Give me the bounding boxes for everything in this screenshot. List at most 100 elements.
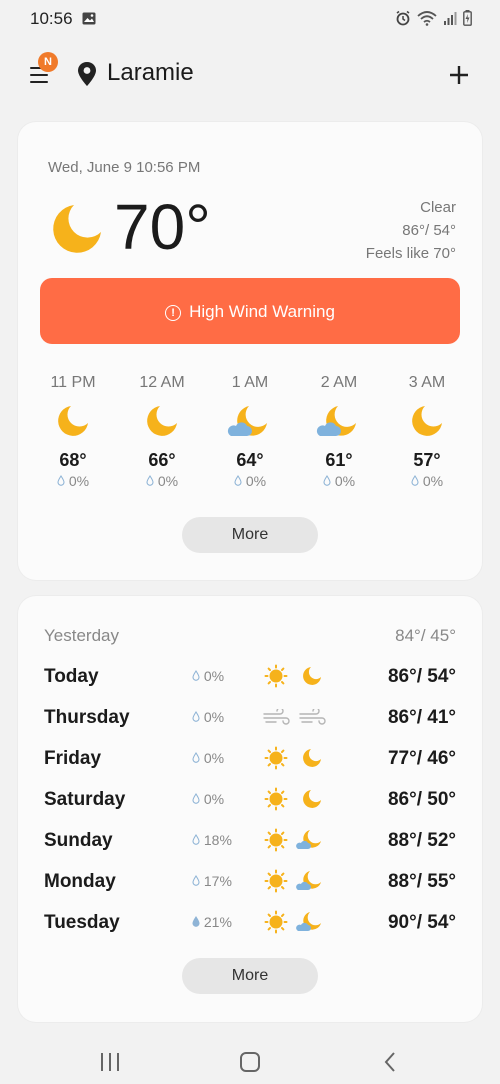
daily-row[interactable]: Thursday 0% 86°/ 41° (18, 697, 482, 737)
daily-row[interactable]: Monday 17% 88°/ 55° (18, 861, 482, 901)
navigation-bar (0, 1032, 500, 1084)
hour-time: 2 AM (320, 374, 358, 391)
day-high-low: 77°/ 46° (387, 748, 456, 769)
hour-time: 12 AM (139, 374, 185, 391)
day-precip: 0% (203, 750, 225, 766)
moon-icon (302, 789, 322, 814)
sun-icon (264, 869, 288, 898)
raindrop-icon (146, 473, 158, 489)
moon-icon (50, 202, 104, 261)
daily-row[interactable]: Saturday 0% 86°/ 50° (18, 779, 482, 819)
wind-icon (262, 707, 290, 732)
wind-icon (298, 707, 326, 732)
signal-icon (443, 11, 457, 30)
moon-icon (410, 406, 444, 442)
hourly-more-button[interactable]: More (182, 517, 318, 553)
current-details: Clear 86°/ 54° Feels like 70° (366, 196, 456, 265)
hourly-item: 11 PM 68° 0% (38, 374, 108, 489)
sun-icon (264, 910, 288, 939)
plus-icon (444, 66, 474, 94)
daily-row[interactable]: Tuesday 21% 90°/ 54° (18, 902, 482, 942)
partly-cloudy-night-icon (316, 406, 362, 444)
day-high-low: 88°/ 52° (387, 830, 456, 851)
current-high-low: 86°/ 54° (402, 222, 456, 239)
hour-precip: 0% (422, 473, 444, 489)
yesterday-high-low: 84°/ 45° (395, 626, 456, 645)
notification-badge: N (38, 52, 58, 72)
hour-temp: 57° (413, 450, 441, 470)
sun-icon (264, 664, 288, 693)
day-name: Today (44, 666, 99, 687)
day-name: Monday (44, 871, 116, 892)
sun-icon (264, 787, 288, 816)
raindrop-icon (192, 668, 200, 684)
sun-icon (264, 746, 288, 775)
partly-cloudy-night-icon (296, 870, 324, 897)
day-high-low: 86°/ 50° (387, 789, 456, 810)
day-precip: 0% (203, 709, 225, 725)
recents-button[interactable] (90, 1040, 130, 1076)
battery-icon (463, 10, 472, 31)
day-name: Sunday (44, 830, 113, 851)
back-button[interactable] (370, 1040, 410, 1076)
daily-more-button[interactable]: More (182, 958, 318, 994)
raindrop-icon (192, 791, 200, 807)
moon-icon (302, 666, 322, 691)
day-name: Friday (44, 748, 102, 769)
status-time: 10:56 (30, 9, 73, 28)
partly-cloudy-night-icon (227, 406, 273, 444)
hour-precip: 0% (68, 473, 90, 489)
hour-precip: 0% (245, 473, 267, 489)
day-precip: 21% (203, 914, 232, 930)
daily-row[interactable]: Today 0% 86°/ 54° (18, 656, 482, 696)
hour-time: 3 AM (408, 374, 446, 391)
current-condition: Clear (420, 199, 456, 216)
raindrop-icon (192, 709, 200, 725)
hour-temp: 66° (148, 450, 176, 470)
hour-precip: 0% (157, 473, 179, 489)
moon-icon (56, 406, 90, 442)
day-high-low: 90°/ 54° (387, 912, 456, 933)
raindrop-icon (192, 914, 200, 930)
warning-icon: ! (165, 305, 182, 321)
raindrop-icon (192, 873, 200, 889)
raindrop-icon (192, 750, 200, 766)
yesterday-label: Yesterday (44, 626, 119, 645)
city-name[interactable]: Laramie (107, 59, 194, 87)
hourly-item: 3 AM 57° 0% (392, 374, 462, 489)
day-high-low: 86°/ 41° (387, 707, 456, 728)
raindrop-icon (411, 473, 423, 489)
raindrop-icon (323, 473, 335, 489)
moon-icon (302, 748, 322, 773)
app-bar: N Laramie (0, 50, 500, 100)
current-weather-card: Wed, June 9 10:56 PM 70° Clear 86°/ 54° … (18, 122, 482, 580)
location-pin-icon (77, 61, 97, 92)
current-temperature: 70° (114, 191, 211, 263)
raindrop-icon (192, 832, 200, 848)
hour-precip: 0% (334, 473, 356, 489)
daily-row[interactable]: Sunday 18% 88°/ 52° (18, 820, 482, 860)
hour-time: 1 AM (231, 374, 269, 391)
raindrop-icon (57, 473, 69, 489)
partly-cloudy-night-icon (296, 829, 324, 856)
daily-forecast-card: Yesterday 84°/ 45° Today 0% 86°/ 54° Thu… (18, 596, 482, 1022)
home-icon (230, 1052, 270, 1080)
daily-row[interactable]: Friday 0% 77°/ 46° (18, 738, 482, 778)
current-datetime: Wed, June 9 10:56 PM (48, 159, 201, 176)
day-precip: 0% (203, 791, 225, 807)
day-precip: 18% (203, 832, 232, 848)
recents-icon (90, 1053, 130, 1080)
warning-text: High Wind Warning (189, 302, 335, 321)
moon-icon (145, 406, 179, 442)
home-button[interactable] (230, 1040, 270, 1076)
hour-temp: 64° (236, 450, 264, 470)
weather-warning-banner[interactable]: ! High Wind Warning (40, 278, 460, 344)
raindrop-icon (234, 473, 246, 489)
alarm-icon (395, 10, 411, 31)
hourly-item: 2 AM 61° 0% (304, 374, 374, 489)
add-location-button[interactable] (444, 60, 474, 90)
day-high-low: 86°/ 54° (387, 666, 456, 687)
wifi-icon (417, 10, 437, 31)
hourly-item: 12 AM 66° 0% (127, 374, 197, 489)
day-precip: 17% (203, 873, 232, 889)
